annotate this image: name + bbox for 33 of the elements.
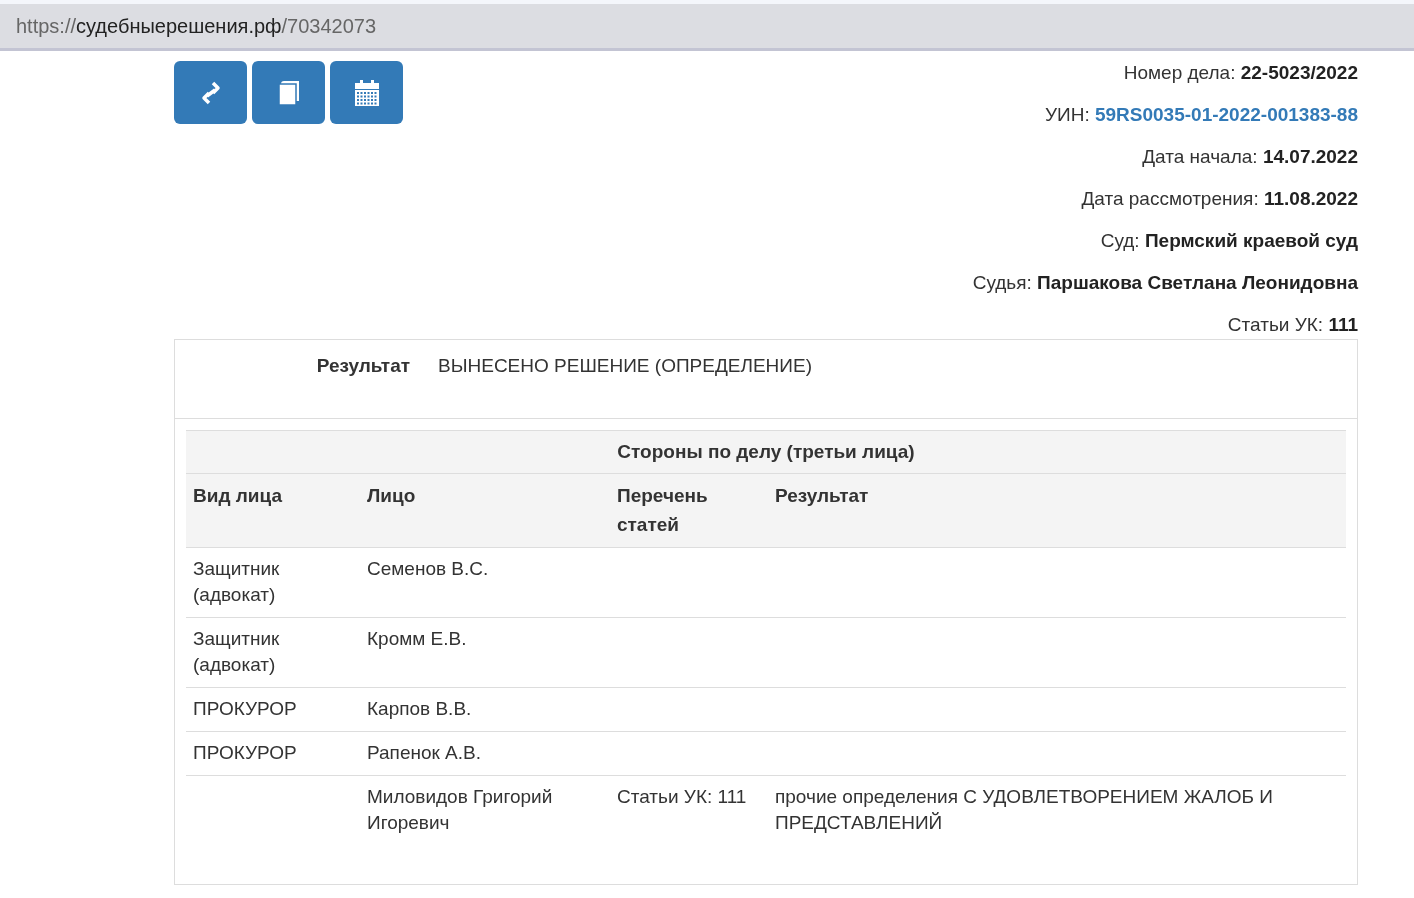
table-cell: Карпов В.В. [367, 698, 472, 719]
case-info-line: Дата рассмотрения: 11.08.2022 [1081, 187, 1358, 211]
table-title: Стороны по делу (третьи лица) [617, 440, 915, 462]
table-cell: ПРОКУРОР [193, 742, 297, 763]
table-cell: ПРОКУРОР [193, 698, 297, 719]
case-info-line: Судья: Паршакова Светлана Леонидовна [972, 271, 1358, 295]
column-header: Вид лица [186, 473, 360, 548]
result-value: ВЫНЕСЕНО РЕШЕНИЕ (ОПРЕДЕЛЕНИЕ) [438, 354, 812, 378]
case-info-line: Номер дела: 22-5023/2022 [1123, 61, 1358, 85]
case-info-line: Дата начала: 14.07.2022 [1142, 145, 1358, 169]
table-cell: Миловидов Григорий Игоревич [367, 786, 553, 833]
table-cell: Кромм Е.В. [367, 628, 467, 649]
address-bar[interactable]: https://судебныерешения.рф/70342073 [0, 4, 1414, 51]
case-info-line: УИН: 59RS0035-01-2022-001383-88 [1044, 103, 1358, 127]
table-cell: прочие определения С УДОВЛЕТВОРЕНИЕМ ЖАЛОБ И ПРЕДСТАВЛЕНИЙ [775, 786, 1273, 833]
url-text: https://судебныерешения.рф/70342073 [16, 14, 377, 39]
link-button[interactable] [174, 61, 247, 124]
uin-link[interactable]: 59RS0035-01-2022-001383-88 [1094, 104, 1358, 125]
book-button[interactable] [252, 61, 325, 124]
case-info-line: Суд: Пермский краевой суд [1100, 229, 1358, 253]
table-cell: Защитник (адвокат) [193, 628, 280, 675]
table-cell: Статьи УК: 111 [617, 786, 747, 807]
result-label: Результат [315, 354, 410, 378]
table-cell: Семенов В.С. [367, 558, 489, 579]
calendar-button[interactable] [330, 61, 403, 124]
column-header: Результат [768, 473, 1346, 548]
table-cell: Защитник (адвокат) [193, 558, 280, 605]
case-info-line: Статьи УК: 111 [1227, 313, 1358, 337]
column-header: Лицо [360, 473, 610, 548]
column-header: Перечень статей [610, 473, 768, 548]
table-cell: Рапенок А.В. [367, 742, 482, 763]
calendar-icon [354, 79, 379, 106]
book-icon [276, 79, 301, 106]
